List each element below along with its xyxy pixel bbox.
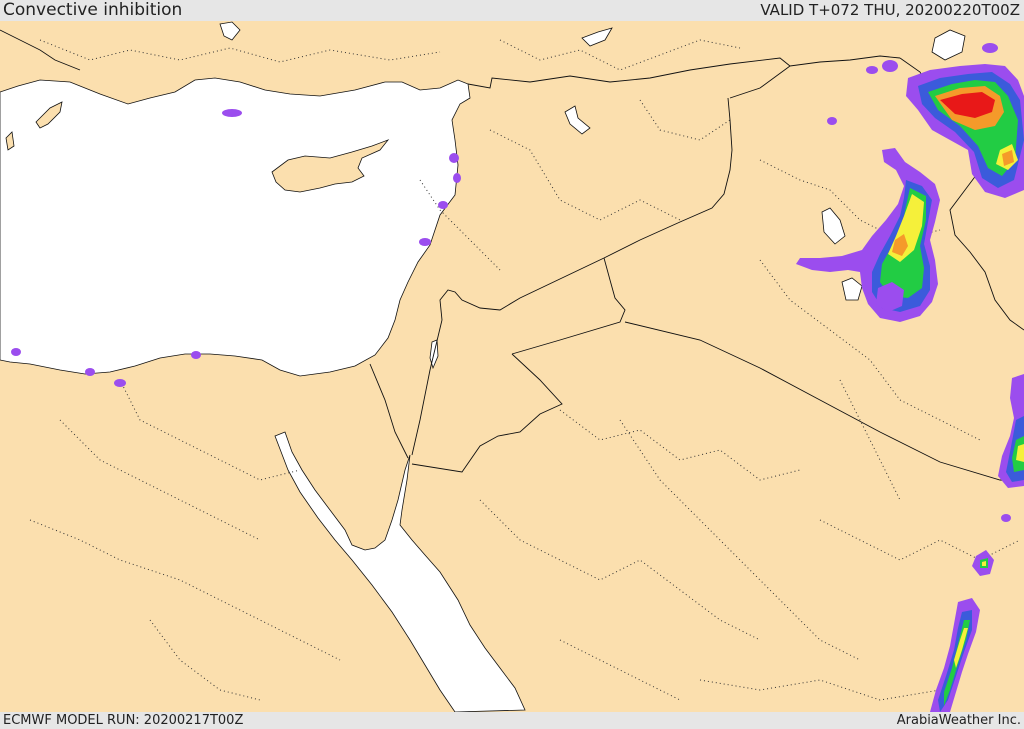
cin-blob bbox=[438, 201, 448, 209]
cin-blob bbox=[191, 351, 201, 359]
cin-blob bbox=[11, 348, 21, 356]
cin-blob bbox=[827, 117, 837, 125]
cin-blob bbox=[419, 238, 431, 246]
model-run: ECMWF MODEL RUN: 20200217T00Z bbox=[3, 713, 244, 728]
cin-blob bbox=[222, 109, 242, 117]
cin-blob bbox=[114, 379, 126, 387]
cin-blob bbox=[453, 173, 461, 183]
map-title: Convective inhibition bbox=[3, 0, 183, 20]
cin-blob bbox=[85, 368, 95, 376]
valid-time: VALID T+072 THU, 20200220T00Z bbox=[760, 1, 1020, 19]
cin-blob bbox=[449, 153, 459, 163]
weather-map bbox=[0, 21, 1024, 712]
credit-label: ArabiaWeather Inc. bbox=[896, 713, 1021, 728]
